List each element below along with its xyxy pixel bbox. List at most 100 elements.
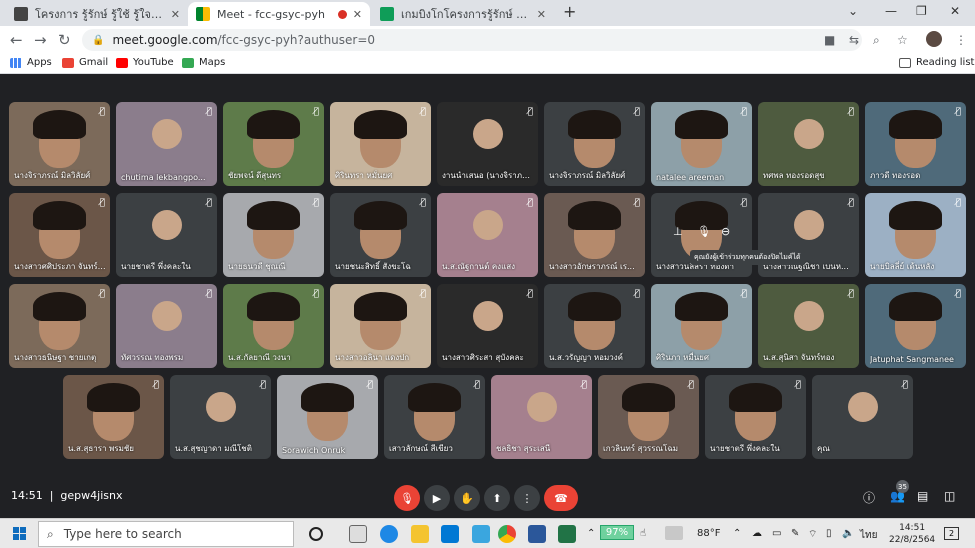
participant-name: นางสาวอักษราภรณ์ เร... [549, 262, 635, 271]
participant-tile[interactable]: 🎙̸ น.ส.สุธารา พรมชัย [63, 375, 164, 459]
menu-icon[interactable]: ⋮ [955, 33, 967, 47]
clock-date[interactable]: 14:51 22/8/2564 [889, 522, 935, 546]
participant-tile[interactable]: 🎙̸ นางสาวอักษราภรณ์ เร... [544, 193, 645, 277]
network-icon[interactable]: ▭ [772, 528, 781, 539]
restore-icon[interactable]: ❐ [916, 4, 927, 18]
reading-list[interactable]: Reading list [899, 57, 974, 68]
more-options-button[interactable]: ⋮ [514, 485, 540, 511]
participant-tile[interactable]: 🎙̸ ทศพล ทองรอดสุข [758, 102, 859, 186]
bookmark-gmail[interactable]: Gmail [62, 57, 108, 68]
bookmark-star-icon[interactable]: ☆ [897, 33, 908, 47]
wifi-icon[interactable]: ⌔ [808, 528, 817, 541]
bookmark-apps[interactable]: Apps [10, 57, 52, 68]
battery-indicator[interactable]: 97% [600, 525, 634, 540]
task-view-icon[interactable] [349, 525, 367, 543]
new-tab-button[interactable]: + [563, 2, 576, 21]
participant-tile[interactable]: 🎙̸ งานนำเสนอ (นางจิราภรณ์ มิลวิลัยศ์) [437, 102, 538, 186]
participant-tile[interactable]: 🎙̸ เกวลินทร์ สุวรรณโฉม [598, 375, 699, 459]
participant-tile[interactable]: 🎙̸ นางสาวศิระสา สุบังคละ [437, 284, 538, 368]
participant-tile[interactable]: 🎙̸ chutima lekbangpo... [116, 102, 217, 186]
mail-icon[interactable] [441, 525, 459, 543]
participant-tile[interactable]: 🎙̸ นางสาวศศิประภา จันทร์ชา... [9, 193, 110, 277]
taskbar-search[interactable]: ⌕ Type here to search [38, 521, 294, 547]
participant-video-hair [354, 201, 407, 230]
camera-button[interactable]: ▶ [424, 485, 450, 511]
window-close-icon[interactable]: ✕ [950, 4, 960, 18]
participant-tile[interactable]: 🎙̸ น.ส.กัลยาณี วงนา [223, 284, 324, 368]
forward-icon[interactable]: → [34, 31, 47, 49]
participant-tile[interactable]: 🎙̸ นายบิลลี่ย์ เด้นหลัง [865, 193, 966, 277]
chat-icon[interactable]: ▤ [917, 489, 928, 503]
back-icon[interactable]: ← [10, 31, 23, 49]
present-button[interactable]: ⬆ [484, 485, 510, 511]
temperature[interactable]: 88°F [697, 528, 720, 539]
display-icon[interactable]: ▯ [826, 528, 832, 539]
language-indicator[interactable]: ไทย [860, 528, 877, 543]
chevron-up-icon[interactable]: ⌃ [587, 528, 595, 539]
mic-off-button[interactable]: 🎙 [394, 485, 420, 511]
participant-tile[interactable]: 🎙̸ ชลธิชา สุระเสนี [491, 375, 592, 459]
participant-tile[interactable]: 🎙̸ นางจิราภรณ์ มิลวิลัยศ์ [544, 102, 645, 186]
bookmark-youtube[interactable]: YouTube [116, 57, 174, 68]
close-icon[interactable]: ✕ [353, 8, 362, 21]
cortana-icon[interactable] [309, 527, 323, 541]
minimize-icon[interactable]: — [885, 4, 897, 18]
tab-bingo[interactable]: เกมบิงโกโครงการรู้รักษ์ รู้ใช้ - Google … [372, 2, 554, 26]
participant-tile[interactable]: 🎙̸ ชัยพจน์ ดีสุนทร [223, 102, 324, 186]
raise-hand-button[interactable]: ✋ [454, 485, 480, 511]
onedrive-icon[interactable]: ☁ [752, 528, 762, 539]
participant-tile[interactable]: 🎙̸ ศิรินทรา หมั่นยศ [330, 102, 431, 186]
activities-icon[interactable]: ◫ [944, 489, 955, 503]
tab-survey[interactable]: โครงการ รู้รักษ์ รู้ใช้ รู้ใจ ไซ่เงิน By… [6, 2, 188, 26]
end-call-button[interactable]: ☎ [544, 485, 578, 511]
chrome-icon[interactable] [498, 525, 516, 543]
notification-center[interactable]: 2 [944, 527, 959, 540]
participant-tile[interactable]: 🎙̸ natalee areeman [651, 102, 752, 186]
pen-icon[interactable]: ✎ [791, 528, 799, 539]
participant-tile[interactable]: 🎙̸ นางสาวอลินา แดงปก [330, 284, 431, 368]
close-icon[interactable]: ✕ [171, 8, 180, 21]
tab-meet[interactable]: Meet - fcc-gsyc-pyh ✕ [188, 2, 370, 26]
mic-muted-icon: 🎙̸ [848, 198, 854, 208]
participant-tile[interactable]: 🎙̸ Sorawich Onruk [277, 375, 378, 459]
participant-tile[interactable]: 🎙̸ นางจิราภรณ์ มิลวิลัยศ์ [9, 102, 110, 186]
info-icon[interactable]: ⓘ [863, 489, 875, 506]
windows-start-icon[interactable] [13, 527, 26, 540]
zoom-icon[interactable]: ⌕ [873, 33, 880, 48]
weather-icon[interactable] [665, 526, 683, 540]
participant-tile[interactable]: 🎙̸ ทัศวรรณ ทองพรม [116, 284, 217, 368]
mute-participant-icon[interactable]: 🎙 [697, 225, 711, 238]
close-icon[interactable]: ✕ [537, 8, 546, 21]
volume-icon[interactable]: 🔈 [842, 528, 854, 539]
reload-icon[interactable]: ↻ [58, 31, 71, 49]
participant-tile[interactable]: 🎙̸ น.ส.สุชญาดา มณีโชติ [170, 375, 271, 459]
participant-tile[interactable]: 🎙̸ เสาวลักษณ์ สีเขียว [384, 375, 485, 459]
pin-icon[interactable]: ⊥ [673, 225, 683, 238]
participant-tile[interactable]: 🎙̸ นายชนะสิทธิ์ สังขะโฉ [330, 193, 431, 277]
participant-tile[interactable]: 🎙̸ Jatuphat Sangmanee [865, 284, 966, 368]
camera-permission-icon[interactable]: ■ [824, 33, 835, 47]
profile-avatar[interactable] [926, 31, 942, 47]
participant-tile[interactable]: 🎙̸ น.ส.ณัฐกานต์ คงแสง [437, 193, 538, 277]
word-icon[interactable] [528, 525, 546, 543]
participant-tile[interactable]: 🎙̸ น.ส.วรัญญา หอมวงค์ [544, 284, 645, 368]
file-explorer-icon[interactable] [411, 525, 429, 543]
participant-tile[interactable]: 🎙̸ นายชาตรี พึ่งคละใน [116, 193, 217, 277]
remove-icon[interactable]: ⊖ [721, 225, 730, 238]
participant-tile[interactable]: 🎙̸ ศิรินภา หมื่นยศ [651, 284, 752, 368]
participant-name: นายธนวดี ชุณณี [228, 262, 286, 271]
participant-tile[interactable]: 🎙̸ นายชาตรี พึ่งคละใน [705, 375, 806, 459]
tab-search-icon[interactable]: ⌄ [848, 4, 858, 18]
excel-icon[interactable] [558, 525, 576, 543]
bookmark-maps[interactable]: Maps [182, 57, 225, 68]
edge-icon[interactable] [380, 525, 398, 543]
tray-chevron-icon[interactable]: ⌃ [733, 528, 741, 539]
participant-tile[interactable]: 🎙̸ คุณ [812, 375, 913, 459]
participant-tile[interactable]: 🎙̸ น.ส.สุนิสา จันทร์ทอง [758, 284, 859, 368]
participant-tile[interactable]: 🎙̸ ภาวดี ทองรอด [865, 102, 966, 186]
address-bar[interactable]: 🔒 meet.google.com/fcc-gsyc-pyh?authuser=… [82, 29, 862, 51]
participant-tile[interactable]: 🎙̸ นายธนวดี ชุณณี [223, 193, 324, 277]
line-l-icon[interactable] [472, 525, 490, 543]
participant-tile[interactable]: 🎙̸ นางสาวธนิษฐา ชายเกตุ [9, 284, 110, 368]
translate-icon[interactable]: ⇆ [849, 33, 859, 47]
